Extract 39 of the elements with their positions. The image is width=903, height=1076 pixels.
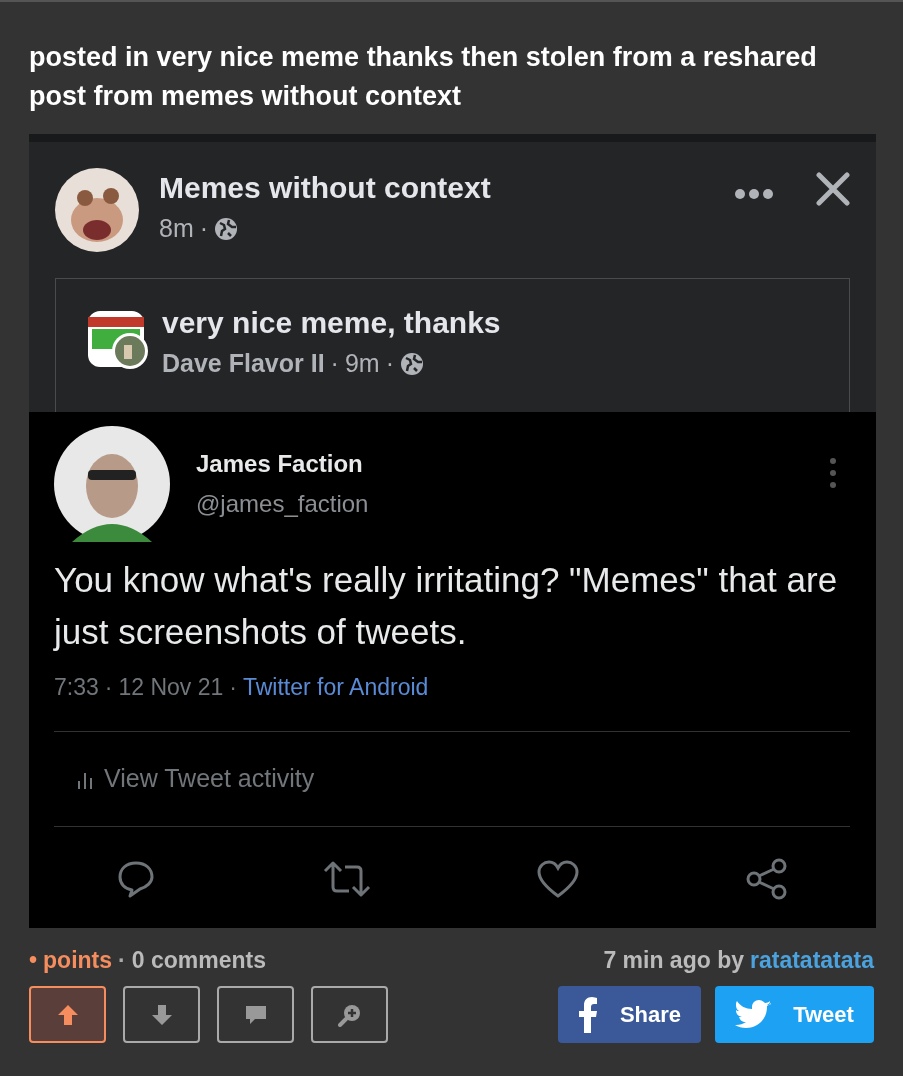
- page-name[interactable]: Memes without context: [159, 170, 734, 206]
- separator-dot: ·: [385, 348, 394, 379]
- comments-link[interactable]: 0 comments: [131, 946, 266, 974]
- source-link[interactable]: Twitter for Android: [242, 670, 429, 705]
- points-label: points: [43, 946, 113, 974]
- post-title: posted in very nice meme thanks then stolen from a reshared post from memes without context: [29, 41, 818, 113]
- separator-dot: ·: [229, 673, 237, 702]
- tweet-author-name[interactable]: James Faction: [196, 448, 830, 480]
- globe-icon: [399, 351, 424, 376]
- separator-dot: ·: [118, 946, 126, 974]
- author-name[interactable]: Dave Flavor II: [162, 345, 325, 383]
- bird-icon: [735, 999, 772, 1030]
- upvote-button[interactable]: [29, 986, 106, 1043]
- like-icon[interactable]: [537, 859, 580, 898]
- post-time: 9m: [344, 348, 380, 379]
- username-link[interactable]: ratatatatata: [750, 946, 874, 974]
- separator-dot: ·: [104, 673, 113, 702]
- post-time: 8m: [159, 213, 194, 244]
- downvote-button[interactable]: [123, 986, 200, 1043]
- globe-icon: [214, 216, 239, 241]
- separator-dot: ·: [330, 348, 339, 379]
- tweet-text: You know what's really irritating? "Memes" that are just screenshots of tweets.: [54, 559, 839, 653]
- comment-button[interactable]: [217, 986, 294, 1043]
- tweet-time: 7:33: [54, 673, 99, 702]
- zoom-icon: [337, 1002, 362, 1027]
- post-age: 7 min ago by: [603, 946, 744, 974]
- tweet-date: 12 Nov 21: [118, 673, 224, 702]
- bullet: •: [29, 946, 38, 974]
- close-icon[interactable]: [816, 172, 850, 206]
- tweet-handle[interactable]: @james_faction: [196, 488, 830, 520]
- zoom-button[interactable]: [311, 986, 388, 1043]
- separator-dot: ·: [199, 213, 209, 244]
- facebook-icon: [577, 996, 598, 1033]
- tweet-activity-link[interactable]: View Tweet activity: [104, 759, 315, 798]
- shared-post-title: very nice meme, thanks: [162, 305, 501, 341]
- retweet-icon[interactable]: [322, 860, 371, 897]
- more-icon[interactable]: [734, 188, 774, 200]
- share-icon[interactable]: [745, 857, 788, 900]
- facebook-share-button[interactable]: Share: [558, 986, 701, 1043]
